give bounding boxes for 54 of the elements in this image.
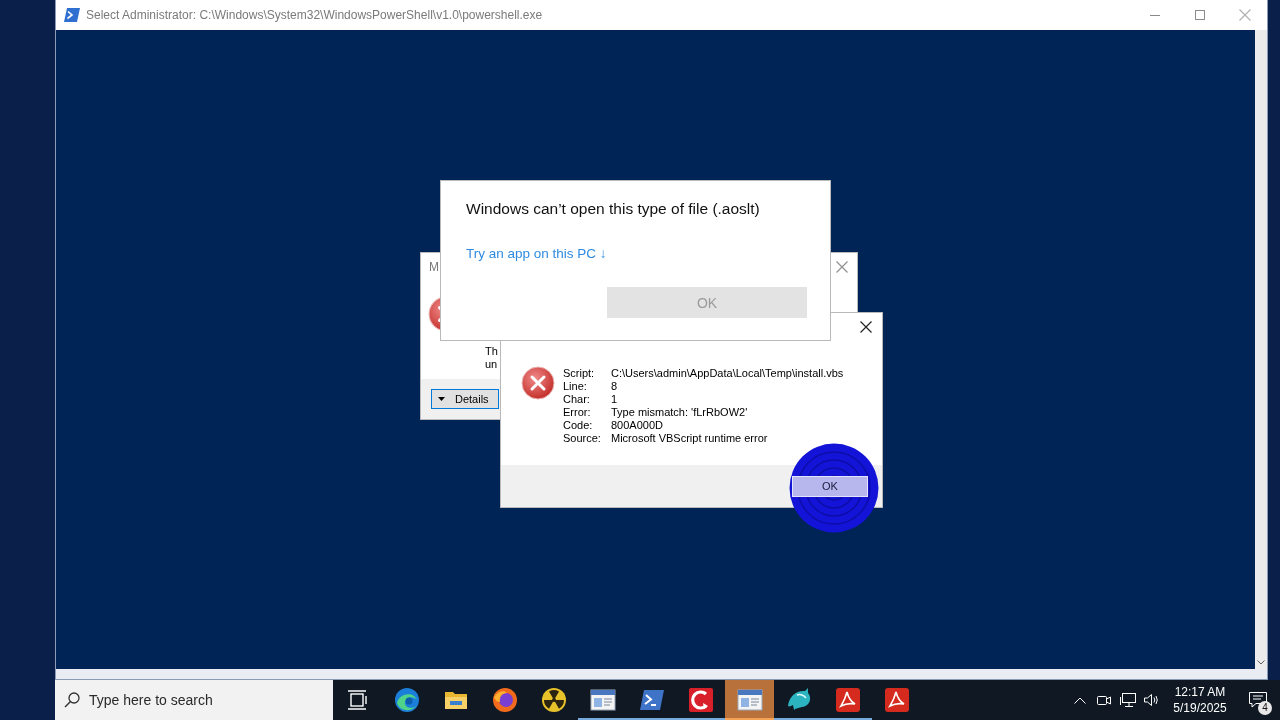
close-icon [1238, 9, 1251, 21]
click-ripple-icon [789, 443, 879, 533]
field-value: C:\Users\admin\AppData\Local\Temp\install.vbs [611, 367, 844, 380]
window-title: Select Administrator: C:\Windows\System32\WindowsPowerShell\v1.0\powershell.exe [86, 8, 543, 22]
terminal-icon [638, 689, 665, 711]
search-icon [64, 692, 80, 708]
radiation-icon [540, 687, 567, 713]
close-icon [860, 321, 872, 333]
dialog-title: M [429, 260, 439, 274]
dialog-heading: Windows can’t open this type of file (.aoslt) [466, 200, 761, 218]
scrollbar-track[interactable] [1255, 30, 1267, 669]
scrollbar-track[interactable] [56, 669, 1267, 679]
field-label: Source: [563, 432, 602, 445]
field-label: Code: [563, 419, 594, 432]
message-text: un [485, 358, 498, 371]
search-field[interactable]: Type here to search [55, 680, 333, 720]
caret-icon [438, 397, 445, 401]
folder-icon [443, 689, 468, 711]
fox-globe-icon [491, 687, 518, 713]
window-icon [589, 689, 616, 711]
try-app-link[interactable]: Try an app on this PC ↓ [466, 246, 607, 261]
field-label: Char: [563, 393, 591, 406]
field-value: 800A000D [611, 419, 664, 432]
window-icon [736, 689, 763, 711]
task-view-icon [346, 690, 369, 710]
monitor-icon [1120, 693, 1136, 707]
clock[interactable]: 12:17 AM 5/19/2025 [1164, 680, 1236, 720]
field-value: Microsoft VBScript runtime error [611, 432, 769, 445]
error-icon [521, 366, 555, 400]
field-label: Line: [563, 380, 588, 393]
notifications-button[interactable]: 4 [1236, 680, 1280, 720]
maximize-icon [1194, 10, 1205, 20]
pdf-icon [834, 687, 861, 713]
swirl-globe-icon [393, 687, 420, 713]
field-value: Type mismatch: 'fLrRbOW2' [611, 406, 749, 419]
chevron-down-icon [1257, 660, 1265, 665]
ok-button[interactable]: OK [792, 475, 868, 497]
details-button[interactable]: Details [431, 389, 499, 409]
close-icon [836, 261, 848, 273]
notification-count: 4 [1258, 701, 1272, 715]
clock-date: 5/19/2025 [1173, 700, 1227, 716]
camera-icon [1097, 693, 1111, 707]
pdf-icon [883, 687, 910, 713]
field-label: Script: [563, 367, 596, 380]
arc-logo-icon [687, 687, 714, 713]
minimize-icon [1149, 14, 1160, 16]
clock-time: 12:17 AM [1174, 684, 1226, 700]
message-text: Th [485, 345, 498, 358]
chevron-up-icon [1074, 696, 1086, 704]
speaker-icon [1144, 693, 1160, 707]
terminal-icon [64, 8, 80, 22]
field-label: Error: [563, 406, 592, 419]
field-value: 1 [611, 393, 619, 406]
field-value: 8 [611, 380, 619, 393]
